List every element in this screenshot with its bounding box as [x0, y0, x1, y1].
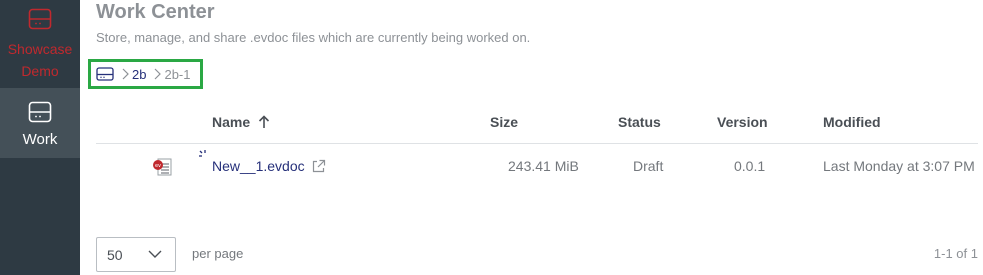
- per-page-label: per page: [192, 246, 244, 261]
- drive-icon: [28, 101, 52, 123]
- breadcrumb-current: 2b-1: [164, 66, 191, 82]
- column-header-status[interactable]: Status: [618, 114, 661, 130]
- drive-icon[interactable]: [96, 67, 114, 81]
- per-page-value: 50: [107, 246, 123, 263]
- column-header-version[interactable]: Version: [717, 114, 768, 130]
- chevron-right-icon: [155, 68, 162, 80]
- table-row[interactable]: ev New__1.evdoc 243.41 MiB Draft 0.0.1 L…: [96, 145, 978, 187]
- svg-text:ev: ev: [155, 163, 161, 169]
- file-name-link[interactable]: New__1.evdoc: [212, 158, 326, 174]
- column-header-label: Name: [212, 114, 251, 130]
- sidebar-item-label: Showcase Demo: [7, 41, 73, 79]
- drive-icon: [28, 8, 52, 30]
- chevron-down-icon: [148, 250, 162, 258]
- chevron-right-icon: [122, 68, 129, 80]
- sidebar-item-label: Work: [22, 131, 58, 148]
- file-size: 243.41 MiB: [508, 158, 579, 174]
- pagination-range: 1-1 of 1: [933, 246, 978, 261]
- sort-ascending-icon[interactable]: [258, 115, 270, 129]
- file-version: 0.0.1: [734, 158, 766, 174]
- table-header: Name Size Status Version Modified: [96, 107, 978, 144]
- evdoc-file-icon: ev: [153, 158, 172, 176]
- page-subtitle: Store, manage, and share .evdoc files wh…: [96, 30, 531, 45]
- loading-spinner-icon: [199, 150, 206, 157]
- sidebar: Showcase Demo Work: [0, 0, 80, 275]
- breadcrumb-item[interactable]: 2b: [132, 67, 146, 82]
- external-link-icon[interactable]: [311, 159, 326, 174]
- file-status: Draft: [633, 158, 664, 174]
- column-header-name[interactable]: Name: [212, 114, 270, 130]
- per-page-select[interactable]: 50: [96, 237, 176, 272]
- breadcrumb: 2b 2b-1: [88, 59, 203, 89]
- column-header-modified[interactable]: Modified: [823, 114, 881, 130]
- sidebar-item-showcase-demo[interactable]: Showcase Demo: [0, 0, 80, 88]
- file-name[interactable]: New__1.evdoc: [212, 158, 305, 174]
- sidebar-item-work[interactable]: Work: [0, 88, 80, 158]
- page-title: Work Center: [96, 1, 215, 23]
- column-header-size[interactable]: Size: [490, 114, 518, 130]
- file-modified: Last Monday at 3:07 PM: [823, 158, 975, 174]
